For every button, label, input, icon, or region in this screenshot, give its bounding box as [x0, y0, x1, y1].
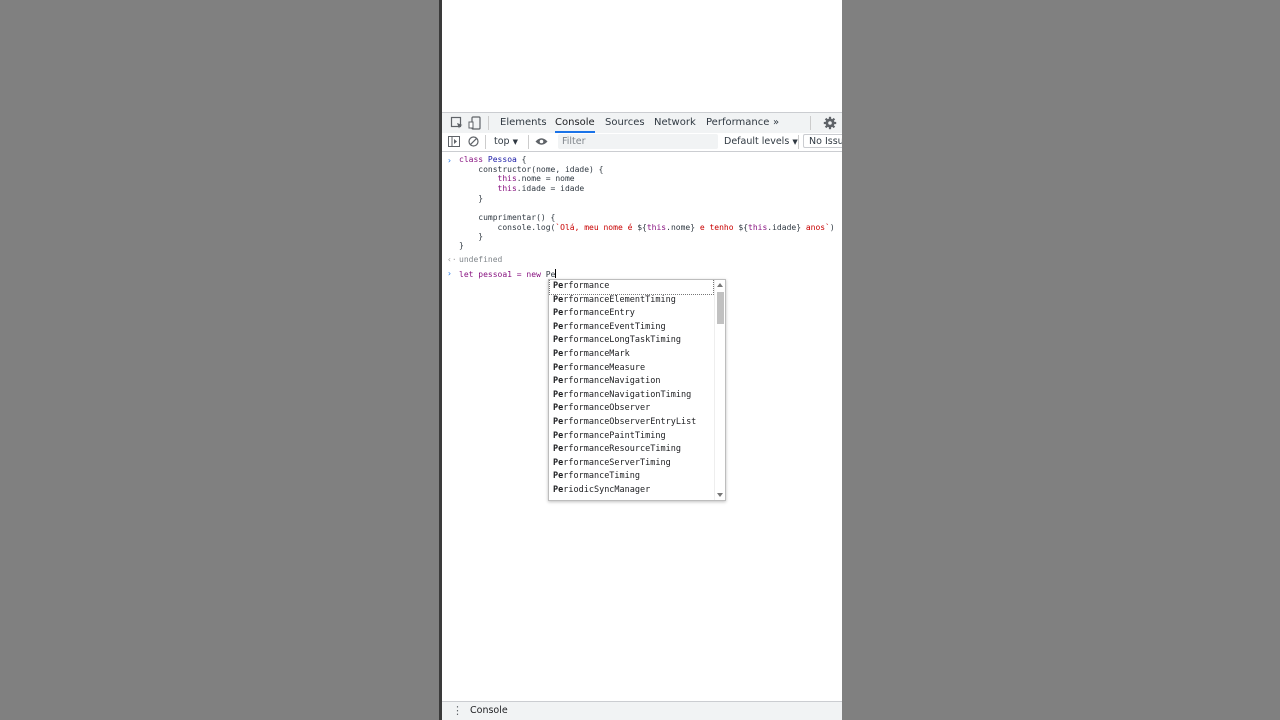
autocomplete-item[interactable]: PeriodicSyncManager	[553, 484, 650, 498]
autocomplete-item[interactable]: PerformanceTiming	[553, 470, 640, 484]
input-prompt-icon: ›	[447, 269, 452, 278]
live-expression-eye-icon[interactable]	[535, 137, 548, 146]
code-line: this.nome = nome	[497, 174, 575, 183]
tab-performance[interactable]: Performance	[706, 113, 769, 133]
tab-console[interactable]: Console	[555, 113, 595, 133]
autocomplete-item[interactable]: PerformanceElementTiming	[553, 294, 676, 308]
console-drawer: ⋮ Console	[442, 701, 842, 720]
input-typed: Pe	[545, 270, 556, 279]
drawer-tab-console[interactable]: Console	[470, 705, 508, 716]
issues-button[interactable]: No Issues	[803, 134, 842, 148]
code-line: this.idade = idade	[497, 184, 585, 193]
code-line: class Pessoa {	[459, 155, 527, 164]
page-viewport	[442, 0, 842, 112]
autocomplete-item[interactable]: PerformanceEntry	[553, 307, 635, 321]
autocomplete-item[interactable]: PerformanceServerTiming	[553, 457, 671, 471]
autocomplete-item[interactable]: PerformanceEventTiming	[553, 321, 666, 335]
scroll-down-arrow-icon[interactable]	[717, 493, 723, 497]
autocomplete-item[interactable]: PerformanceObserverEntryList	[553, 416, 696, 430]
dropdown-arrow-icon: ▼	[792, 138, 798, 146]
autocomplete-item[interactable]: PerformanceResourceTiming	[553, 443, 681, 457]
dropdown-arrow-icon: ▼	[512, 138, 518, 146]
code-line: console.log(`Olá, meu nome é ${this.nome…	[459, 223, 835, 232]
return-arrow-icon: ‹·	[447, 255, 457, 264]
sidebar-toggle-icon[interactable]	[448, 136, 460, 147]
toolbar-separator	[798, 135, 799, 149]
drawer-menu-icon[interactable]: ⋮	[452, 704, 463, 717]
devtools-tabbar: Elements Console Sources Network Perform…	[442, 112, 842, 134]
autocomplete-item[interactable]: PerformanceMark	[553, 348, 630, 362]
tabbar-separator	[810, 116, 811, 130]
toolbar-separator	[528, 135, 529, 149]
console-input[interactable]: let pessoa1 = new Pe	[459, 269, 557, 280]
filter-input[interactable]: Filter	[558, 134, 718, 149]
more-tabs-button[interactable]: »	[773, 113, 779, 133]
autocomplete-item[interactable]: PerformanceLongTaskTiming	[553, 334, 681, 348]
tab-network[interactable]: Network	[654, 113, 696, 133]
log-levels-label: Default levels	[724, 136, 790, 147]
code-line: }	[459, 241, 464, 250]
clear-console-icon[interactable]	[468, 136, 479, 147]
scroll-up-arrow-icon[interactable]	[717, 283, 723, 287]
tabbar-separator	[488, 116, 489, 130]
tab-sources[interactable]: Sources	[605, 113, 645, 133]
autocomplete-popup[interactable]: Performance PerformanceElementTiming Per…	[548, 279, 726, 501]
input-prefix: let pessoa1 = new	[459, 270, 546, 279]
scrollbar-thumb[interactable]	[717, 292, 724, 324]
tab-elements[interactable]: Elements	[500, 113, 547, 133]
code-line: }	[459, 194, 484, 203]
context-selector[interactable]: top ▼	[494, 135, 518, 149]
autocomplete-item[interactable]: PerformanceNavigation	[553, 375, 660, 389]
device-toolbar-icon[interactable]	[468, 116, 482, 130]
console-toolbar: top ▼ Filter Default levels ▼ No Issues	[442, 133, 842, 152]
inspect-element-icon[interactable]	[450, 116, 464, 130]
autocomplete-item[interactable]: PerformanceMeasure	[553, 362, 645, 376]
log-levels-dropdown[interactable]: Default levels ▼	[724, 135, 798, 149]
settings-gear-icon[interactable]	[823, 116, 837, 130]
autocomplete-item[interactable]: Performance	[549, 280, 714, 295]
autocomplete-item[interactable]: PerformanceObserver	[553, 402, 650, 416]
toolbar-separator	[485, 135, 486, 149]
text-cursor	[555, 269, 557, 278]
autocomplete-item[interactable]: PerformanceNavigationTiming	[553, 389, 691, 403]
input-prompt-icon: ›	[447, 156, 452, 165]
autocomplete-scrollbar[interactable]	[714, 280, 725, 500]
code-line: cumprimentar() {	[459, 213, 556, 222]
result-value: undefined	[459, 255, 503, 264]
autocomplete-item[interactable]: PerformancePaintTiming	[553, 430, 666, 444]
context-label: top	[494, 136, 510, 147]
